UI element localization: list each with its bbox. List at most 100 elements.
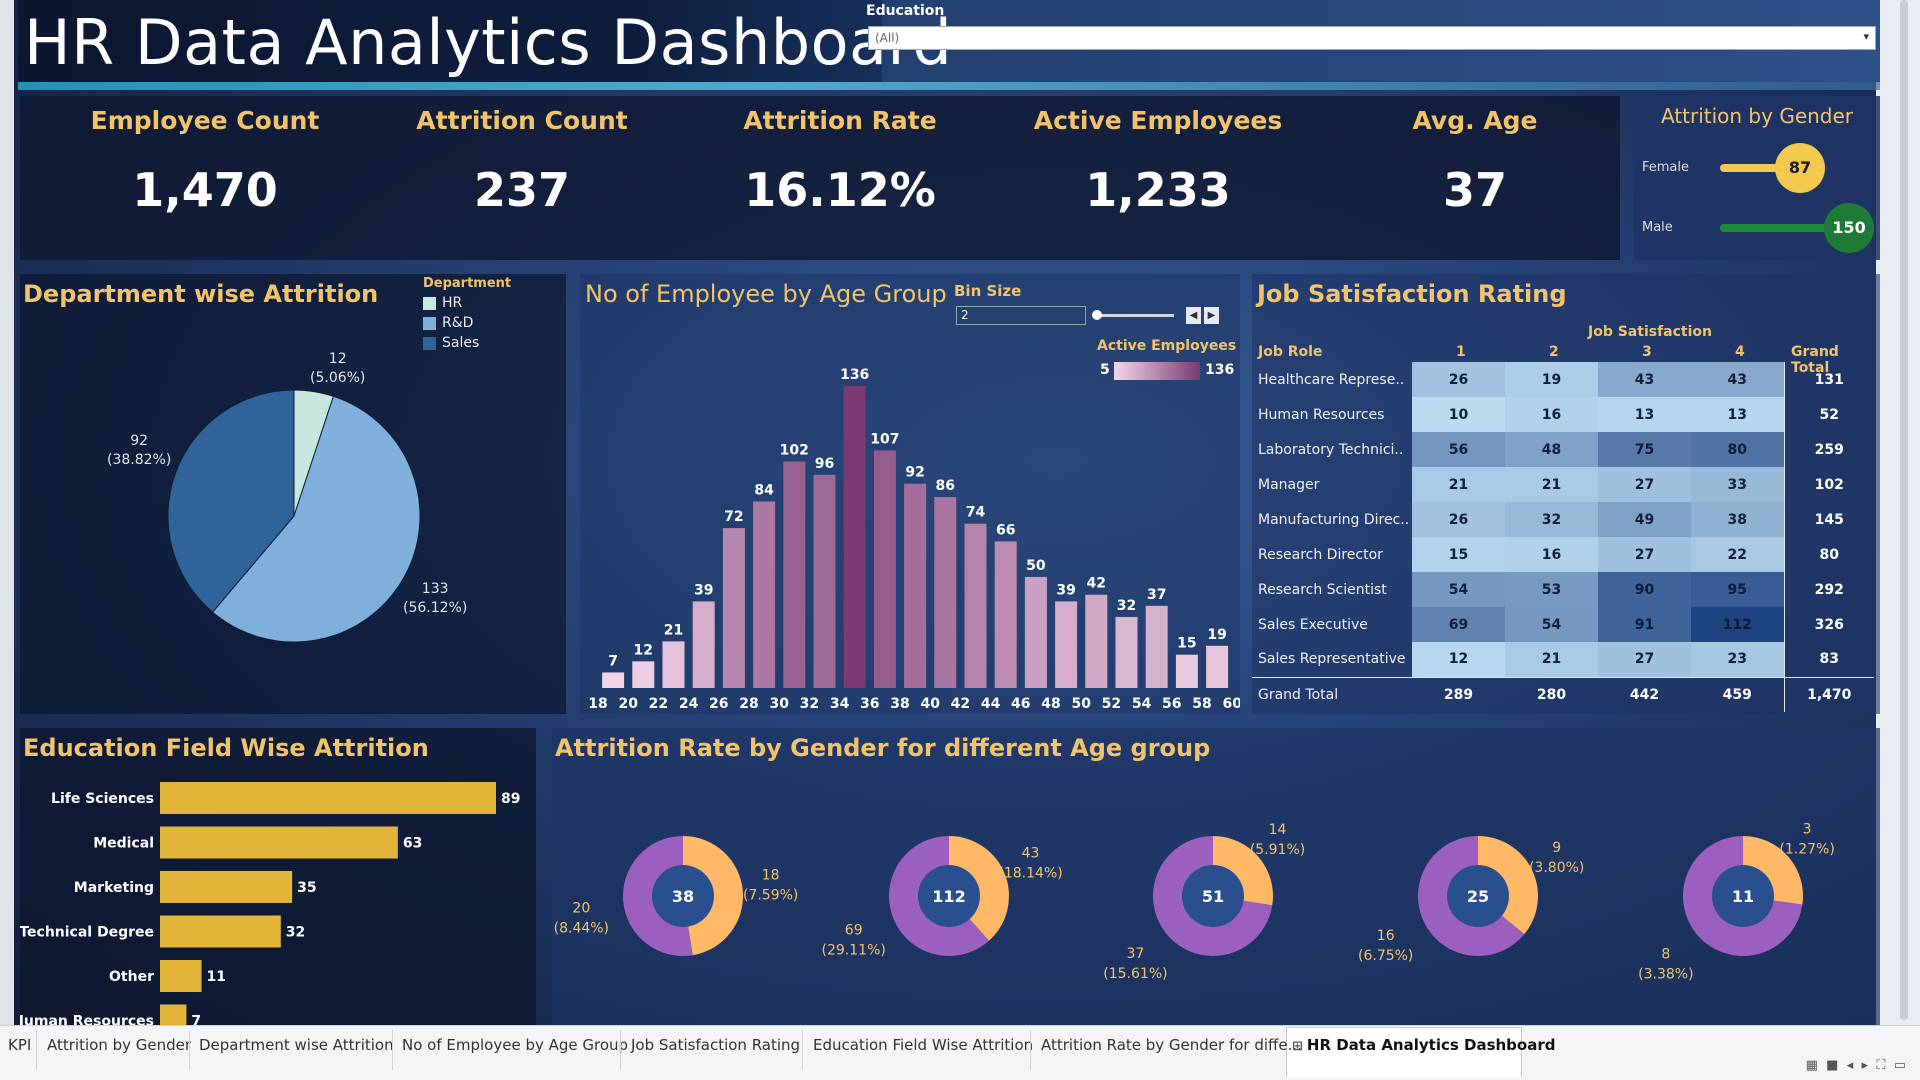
vertical-scrollbar[interactable] bbox=[1900, 0, 1908, 1020]
education-bar[interactable] bbox=[160, 871, 293, 903]
table-row[interactable]: Research Director 15 16 27 22 80 bbox=[1252, 537, 1874, 572]
table-row[interactable]: Sales Representative 12 21 27 23 83 bbox=[1252, 642, 1874, 677]
heatmap-cell[interactable]: 91 bbox=[1598, 607, 1691, 642]
table-row[interactable]: Human Resources 10 16 13 13 52 bbox=[1252, 397, 1874, 432]
donut-chart[interactable]: 38 18 (7.59%) 20 (8.44%) bbox=[554, 836, 799, 956]
age-bar[interactable] bbox=[1175, 654, 1198, 688]
education-bar[interactable] bbox=[160, 826, 398, 859]
age-bar[interactable] bbox=[1085, 594, 1108, 688]
heatmap-cell[interactable]: 16 bbox=[1505, 537, 1598, 572]
heatmap-cell[interactable]: 16 bbox=[1505, 397, 1598, 432]
age-bar[interactable] bbox=[632, 661, 655, 688]
heatmap-cell[interactable]: 27 bbox=[1598, 537, 1691, 572]
heatmap-cell[interactable]: 13 bbox=[1598, 397, 1691, 432]
age-bar[interactable] bbox=[1055, 601, 1078, 688]
heatmap-cell[interactable]: 95 bbox=[1691, 572, 1784, 607]
tab-age-group[interactable]: No of Employee by Age Group bbox=[402, 1036, 628, 1054]
education-bar[interactable] bbox=[160, 960, 202, 992]
heatmap-cell[interactable]: 13 bbox=[1691, 397, 1784, 432]
education-bar[interactable] bbox=[160, 782, 496, 814]
heatmap-cell[interactable]: 48 bbox=[1505, 432, 1598, 467]
age-bar[interactable] bbox=[692, 601, 715, 688]
kpi-avg-age: Avg. Age 37 bbox=[1325, 106, 1625, 217]
heatmap-cell[interactable]: 21 bbox=[1505, 642, 1598, 677]
heatmap-cell[interactable]: 27 bbox=[1598, 642, 1691, 677]
heatmap-cell[interactable]: 112 bbox=[1691, 607, 1784, 642]
tab-hr-dashboard[interactable]: ⊞ HR Data Analytics Dashboard bbox=[1292, 1036, 1555, 1054]
table-row[interactable]: Manager 21 21 27 33 102 bbox=[1252, 467, 1874, 502]
fullscreen-icon[interactable]: ⛶ bbox=[1876, 1058, 1885, 1073]
tab-education-field[interactable]: Education Field Wise Attrition bbox=[813, 1036, 1033, 1054]
heatmap-cell[interactable]: 90 bbox=[1598, 572, 1691, 607]
age-bar[interactable] bbox=[602, 672, 625, 688]
heatmap-cell[interactable]: 33 bbox=[1691, 467, 1784, 502]
heatmap-cell[interactable]: 75 bbox=[1598, 432, 1691, 467]
heatmap-cell[interactable]: 80 bbox=[1691, 432, 1784, 467]
age-bar[interactable] bbox=[1145, 605, 1168, 688]
heatmap-cell[interactable]: 10 bbox=[1412, 397, 1505, 432]
age-bar[interactable] bbox=[994, 541, 1017, 688]
heatmap-cell[interactable]: 32 bbox=[1505, 502, 1598, 537]
education-bar[interactable] bbox=[160, 1004, 187, 1026]
heatmap-cell[interactable]: 43 bbox=[1598, 362, 1691, 397]
heatmap-cell[interactable]: 23 bbox=[1691, 642, 1784, 677]
age-bar[interactable] bbox=[964, 523, 987, 688]
tab-department-wise-attrition[interactable]: Department wise Attrition bbox=[199, 1036, 394, 1054]
heatmap-cell[interactable]: 15 bbox=[1412, 537, 1505, 572]
table-row[interactable]: Healthcare Represe.. 26 19 43 43 131 bbox=[1252, 362, 1874, 397]
donut-chart[interactable]: 11 3 (1.27%) 8 (3.38%) bbox=[1638, 822, 1835, 983]
age-bar[interactable] bbox=[1115, 616, 1138, 688]
heatmap-cell[interactable]: 56 bbox=[1412, 432, 1505, 467]
table-row[interactable]: Manufacturing Direc.. 26 32 49 38 145 bbox=[1252, 502, 1874, 537]
age-bar[interactable] bbox=[813, 474, 836, 688]
heatmap-cell[interactable]: 49 bbox=[1598, 502, 1691, 537]
age-bar[interactable] bbox=[934, 497, 957, 688]
heatmap-cell[interactable]: 54 bbox=[1505, 607, 1598, 642]
presentation-icon[interactable]: ▭ bbox=[1894, 1058, 1906, 1073]
heatmap-cell[interactable]: 21 bbox=[1505, 467, 1598, 502]
female-bubble[interactable]: 87 bbox=[1775, 143, 1825, 193]
grid-view-icon[interactable]: ▦ bbox=[1806, 1058, 1818, 1073]
age-bar[interactable] bbox=[753, 501, 776, 688]
tab-attrition-rate-gender[interactable]: Attrition Rate by Gender for diffe... bbox=[1041, 1036, 1302, 1054]
chevron-down-icon[interactable]: ▾ bbox=[1863, 30, 1869, 43]
heatmap-cell[interactable]: 22 bbox=[1691, 537, 1784, 572]
age-bar[interactable] bbox=[873, 450, 896, 688]
heatmap-cell[interactable]: 19 bbox=[1505, 362, 1598, 397]
prev-sheet-icon[interactable]: ◂ bbox=[1847, 1058, 1854, 1073]
heatmap-cell[interactable]: 43 bbox=[1691, 362, 1784, 397]
next-sheet-icon[interactable]: ▸ bbox=[1862, 1058, 1869, 1073]
heatmap-cell[interactable]: 38 bbox=[1691, 502, 1784, 537]
heatmap-cell[interactable]: 12 bbox=[1412, 642, 1505, 677]
heatmap-cell[interactable]: 26 bbox=[1412, 502, 1505, 537]
age-bar[interactable] bbox=[722, 528, 745, 688]
x-tick-label: 36 bbox=[860, 696, 879, 712]
kpi-label: Active Employees bbox=[1033, 106, 1283, 135]
donut-label-a-pct: (7.59%) bbox=[743, 887, 798, 903]
tab-attrition-by-gender[interactable]: Attrition by Gender bbox=[47, 1036, 191, 1054]
table-row[interactable]: Laboratory Technici.. 56 48 75 80 259 bbox=[1252, 432, 1874, 467]
donut-chart[interactable]: 25 9 (3.80%) 16 (6.75%) bbox=[1358, 836, 1584, 964]
table-row[interactable]: Research Scientist 54 53 90 95 292 bbox=[1252, 572, 1874, 607]
tab-kpi[interactable]: KPI bbox=[8, 1036, 31, 1054]
age-bar[interactable] bbox=[1024, 576, 1047, 688]
table-row[interactable]: Sales Executive 69 54 91 112 326 bbox=[1252, 607, 1874, 642]
age-bar[interactable] bbox=[1206, 645, 1229, 688]
heatmap-cell[interactable]: 27 bbox=[1598, 467, 1691, 502]
donut-chart[interactable]: 112 43 (18.14%) 69 (29.11%) bbox=[822, 836, 1063, 959]
heatmap-cell[interactable]: 69 bbox=[1412, 607, 1505, 642]
heatmap-cell[interactable]: 21 bbox=[1412, 467, 1505, 502]
tab-job-satisfaction[interactable]: Job Satisfaction Rating bbox=[631, 1036, 800, 1054]
donut-chart[interactable]: 51 14 (5.91%) 37 (15.61%) bbox=[1103, 822, 1305, 982]
male-bubble[interactable]: 150 bbox=[1824, 203, 1874, 253]
age-bar[interactable] bbox=[662, 641, 685, 688]
heatmap-cell[interactable]: 54 bbox=[1412, 572, 1505, 607]
heatmap-cell[interactable]: 53 bbox=[1505, 572, 1598, 607]
age-bar[interactable] bbox=[904, 483, 927, 688]
list-view-icon[interactable]: ■ bbox=[1826, 1058, 1838, 1073]
age-bar[interactable] bbox=[783, 461, 806, 689]
heatmap-cell[interactable]: 26 bbox=[1412, 362, 1505, 397]
age-bar[interactable] bbox=[843, 386, 866, 688]
education-bar[interactable] bbox=[160, 915, 281, 948]
education-filter-dropdown[interactable]: (All) ▾ bbox=[868, 26, 1876, 50]
